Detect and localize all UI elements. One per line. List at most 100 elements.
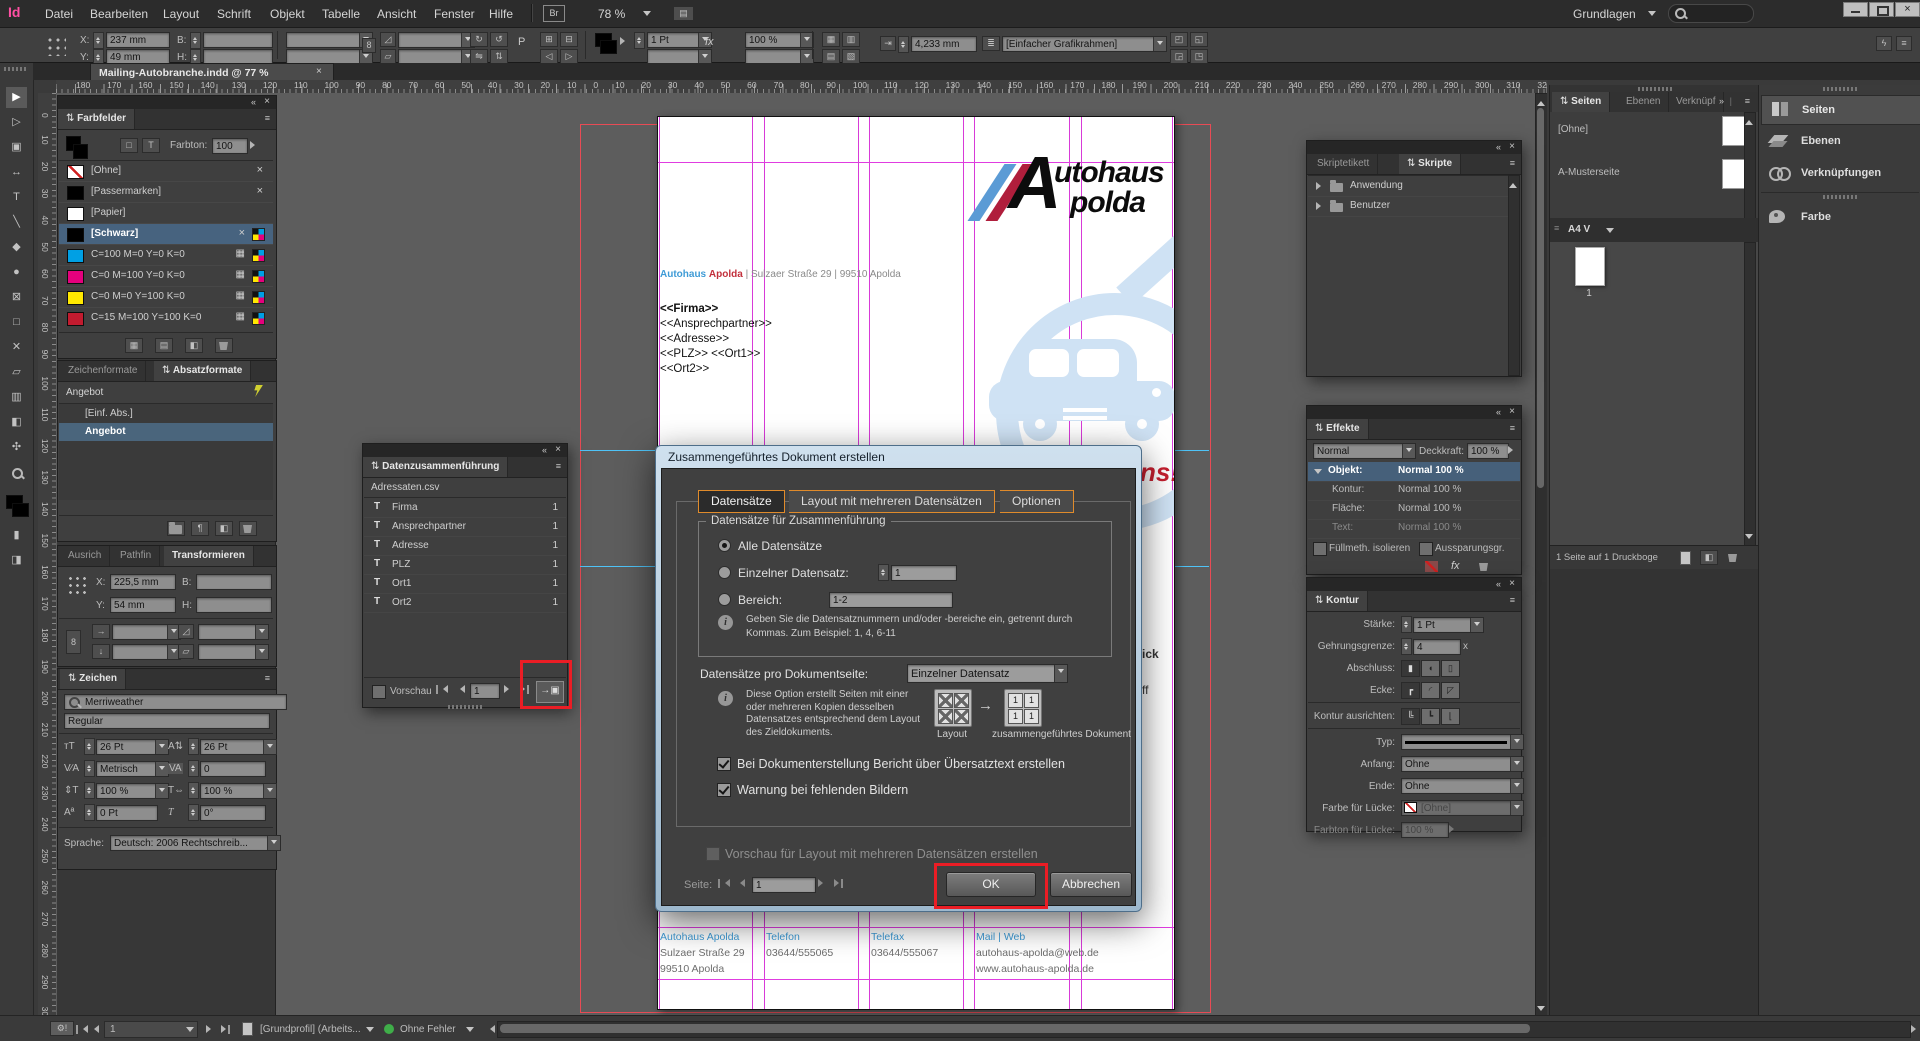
baseline-stepper[interactable] [84, 804, 95, 821]
field-row-ort1[interactable]: T Ort1 1 [364, 574, 566, 594]
tab-verknuepfungen[interactable]: Verknüpf [1668, 92, 1724, 112]
radio-single-record[interactable] [718, 566, 731, 579]
menu-ansicht[interactable]: Ansicht [377, 7, 416, 21]
panel-resize-grip[interactable] [448, 705, 482, 709]
transform-x-field[interactable]: 225,5 mm [110, 574, 176, 590]
join-bevel-button[interactable]: ◸ [1441, 682, 1460, 699]
tab-ebenen[interactable]: Ebenen [1618, 92, 1669, 112]
scroll-up-icon[interactable] [1537, 97, 1545, 106]
preview-checkbox[interactable] [372, 685, 386, 699]
scrollbar-thumb[interactable] [1537, 108, 1544, 488]
x-field[interactable]: 237 mm [106, 32, 170, 48]
collapse-panel-icon[interactable]: « [1496, 579, 1501, 589]
tab-skriptetikett[interactable]: Skriptetikett [1309, 154, 1378, 174]
page-nav-field[interactable]: 1 [752, 877, 816, 893]
end-dropdown[interactable]: Ohne [1401, 778, 1524, 794]
tab-farbfelder[interactable]: ⇅ Farbfelder [58, 109, 135, 129]
tab-optionen[interactable]: Optionen [1000, 490, 1074, 513]
dock-item-ebenen[interactable]: Ebenen [1761, 127, 1919, 155]
range-field[interactable]: 1-2 [829, 592, 953, 608]
menu-objekt[interactable]: Objekt [270, 7, 305, 21]
target-row-flaeche[interactable]: Fläche: Normal 100 % [1308, 500, 1520, 520]
master-a-musterseite[interactable]: A-Musterseite [1558, 167, 1620, 178]
search-input[interactable] [1668, 4, 1754, 23]
clear-overrides-icon[interactable]: ¶ [191, 521, 209, 536]
hscale-stepper[interactable] [188, 782, 199, 799]
menu-tabelle[interactable]: Tabelle [322, 7, 360, 21]
swatch-list-icon[interactable]: ▤ [155, 338, 173, 353]
close-panel-icon[interactable]: × [1509, 406, 1515, 417]
select-parent-icon[interactable]: ⊟ [560, 32, 578, 47]
rotate-field[interactable] [198, 624, 269, 640]
panel-flyout-icon[interactable]: ≡ [556, 461, 561, 471]
menu-schrift[interactable]: Schrift [217, 7, 251, 21]
tab-kontur[interactable]: ⇅ Kontur [1307, 591, 1368, 611]
menu-fenster[interactable]: Fenster [434, 7, 475, 21]
tab-zeichen[interactable]: ⇅ Zeichen [60, 669, 126, 689]
dropdown-icon[interactable] [155, 783, 169, 799]
swatch-row-cyan[interactable]: C=100 M=0 Y=0 K=0 ▦ [59, 245, 273, 266]
page-tool[interactable]: ▣ [6, 137, 27, 158]
preflight-doc-icon[interactable] [242, 1022, 253, 1036]
move-v-field[interactable] [112, 644, 181, 660]
weight-stepper[interactable] [1401, 616, 1412, 633]
target-row-text[interactable]: Text: Normal 100 % [1308, 519, 1520, 539]
scrollbar-thumb[interactable] [500, 1024, 1530, 1033]
field-row-ort2[interactable]: T Ort2 1 [364, 593, 566, 613]
panel-flyout-icon[interactable]: ≡ [1510, 423, 1515, 433]
edit-page-size-icon[interactable] [1680, 551, 1691, 565]
pen-tool[interactable]: ◆ [6, 237, 27, 258]
menu-layout[interactable]: Layout [163, 7, 199, 21]
panel-flyout-icon[interactable]: ≡ [1510, 158, 1515, 168]
target-row-objekt[interactable]: Objekt: Normal 100 % [1308, 462, 1520, 482]
transform-h-field[interactable] [196, 597, 272, 613]
style-group-icon[interactable] [167, 521, 185, 536]
tab-ausrichten[interactable]: Ausrich [60, 546, 110, 566]
master-thumbnail[interactable] [1722, 116, 1746, 146]
stroke-weight-stepper[interactable] [634, 32, 645, 49]
tint-slider-icon[interactable] [250, 141, 259, 149]
language-dropdown[interactable]: Deutsch: 2006 Rechtschreib... [110, 835, 281, 851]
master-none[interactable]: [Ohne] [1558, 124, 1588, 135]
workspace-switcher[interactable]: Grundlagen [1573, 7, 1636, 21]
preflight-profile[interactable]: [Grundprofil] (Arbeits... [260, 1024, 361, 1035]
bridge-button[interactable]: Br [543, 5, 565, 22]
font-family-field[interactable]: Merriweather [64, 694, 287, 710]
scroll-right-icon[interactable] [1911, 1025, 1920, 1033]
dropdown-icon[interactable] [263, 783, 277, 799]
line-tool[interactable]: ╲ [6, 212, 27, 233]
type-tool[interactable]: T [6, 187, 27, 208]
preflight-alert-icon[interactable]: ⚙! [50, 1021, 74, 1036]
per-page-dropdown[interactable]: Einzelner Datensatz [907, 664, 1068, 683]
dropdown-icon[interactable] [1510, 756, 1524, 772]
stroke-proxy[interactable] [73, 144, 88, 159]
rotation-field[interactable] [398, 32, 475, 48]
weight-field[interactable]: 1 Pt [1413, 617, 1484, 633]
direct-selection-tool[interactable]: ▷ [6, 112, 27, 133]
swatch-row-passermarken[interactable]: [Passermarken] × [59, 182, 273, 203]
size-field[interactable]: 4,233 mm [911, 36, 977, 52]
stroke-swatch[interactable] [600, 40, 617, 54]
dock-item-farbe[interactable]: Farbe [1761, 203, 1919, 231]
field-row-adresse[interactable]: T Adresse 1 [364, 536, 566, 556]
dropdown-icon[interactable] [1153, 36, 1167, 52]
page-number-dropdown[interactable]: 1 [104, 1021, 198, 1038]
miter-stepper[interactable] [1401, 638, 1412, 655]
dropdown-icon[interactable] [267, 835, 281, 851]
dropdown-icon[interactable] [186, 1027, 194, 1036]
preview-multi-checkbox[interactable] [706, 847, 720, 861]
scroll-left-icon[interactable] [486, 1025, 495, 1033]
prev-record-icon[interactable] [456, 685, 465, 693]
clear-effects-icon[interactable] [1425, 561, 1438, 572]
tab-effekte[interactable]: ⇅ Effekte [1307, 419, 1369, 439]
swatch-row-schwarz[interactable]: [Schwarz] × [59, 224, 273, 245]
scroll-down-icon[interactable] [1537, 1006, 1545, 1015]
blend-mode-dropdown[interactable]: Normal [1313, 443, 1416, 459]
dropdown-icon[interactable] [255, 624, 269, 640]
panel-flyout-icon[interactable]: ≡ [265, 113, 270, 123]
horizontal-scrollbar[interactable] [497, 1021, 1911, 1038]
missing-images-checkbox[interactable] [717, 783, 731, 797]
free-transform-tool[interactable]: ▱ [6, 362, 27, 383]
target-row-kontur[interactable]: Kontur: Normal 100 % [1308, 481, 1520, 501]
opacity-slider-icon[interactable] [1508, 446, 1517, 454]
